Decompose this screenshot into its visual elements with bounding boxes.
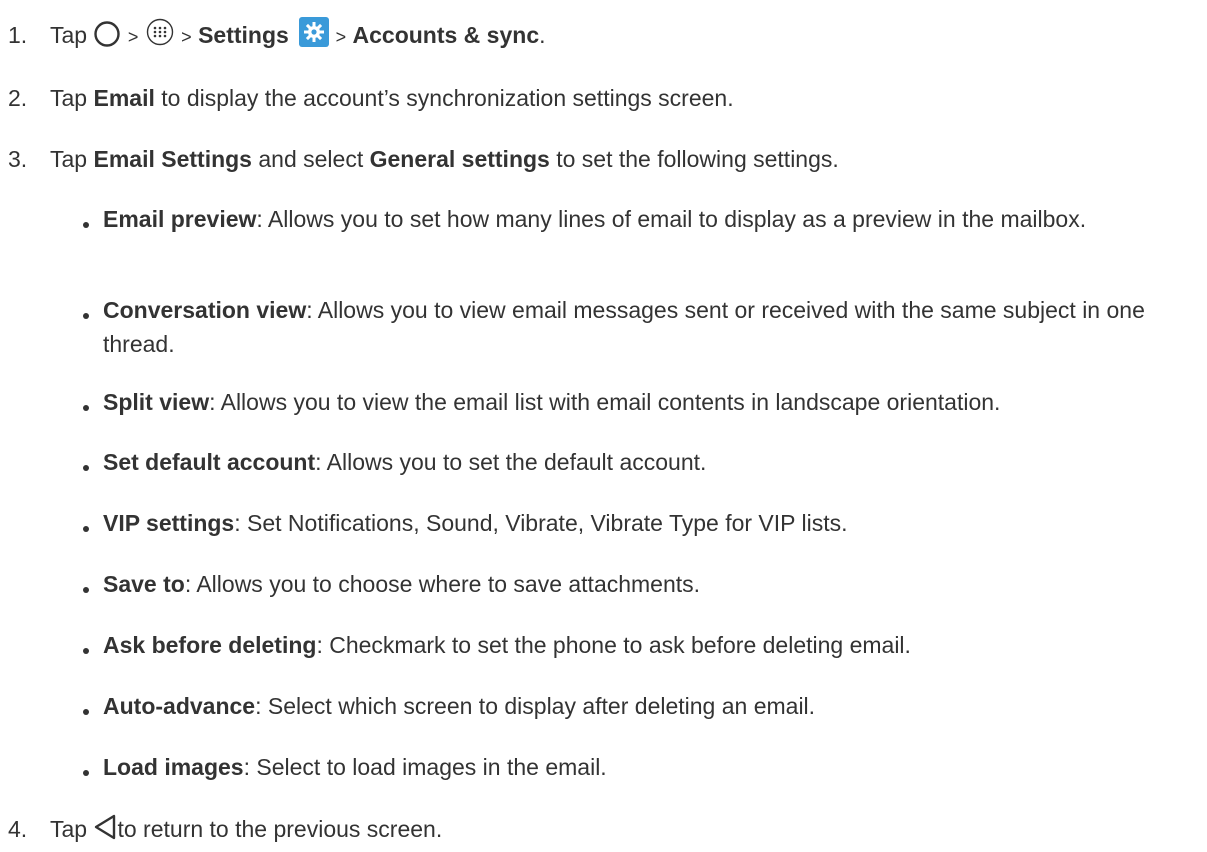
back-triangle-icon: [93, 814, 117, 840]
step-rest: to set the following settings.: [556, 146, 839, 172]
bullet-desc: : Allows you to choose where to save att…: [184, 571, 701, 597]
bullet-set-default-account: Set default account: Allows you to set t…: [103, 445, 1193, 479]
period: .: [539, 22, 546, 48]
tap-word: Tap: [50, 146, 88, 172]
bullet-vip-settings: VIP settings: Set Notifications, Sound, …: [103, 506, 1193, 540]
bullet-desc: : Allows you to view the email list with…: [209, 389, 1001, 415]
step-rest: to return to the previous screen.: [117, 816, 443, 842]
bullet-desc: : Allows you to set how many lines of em…: [256, 206, 1087, 232]
bullet-load-images: Load images: Select to load images in th…: [103, 750, 1193, 784]
settings-label: Settings: [198, 22, 289, 48]
step-rest: to display the account’s synchronization…: [161, 85, 734, 111]
bullet-term: VIP settings: [103, 510, 235, 536]
bullet-term: Set default account: [103, 449, 316, 475]
bullet-desc: : Allows you to set the default account.: [315, 449, 707, 475]
bullet-term: Ask before deleting: [103, 632, 317, 658]
bullet-email-preview: Email preview: Allows you to set how man…: [103, 202, 1193, 236]
tap-word: Tap: [50, 22, 88, 48]
tap-word: Tap: [50, 85, 88, 111]
step-number: 1.: [8, 22, 28, 48]
general-settings-label: General settings: [369, 146, 550, 172]
bullet-split-view: Split view: Allows you to view the email…: [103, 385, 1193, 419]
bullet-dot: [83, 526, 89, 532]
separator: >: [181, 27, 192, 47]
step-number: 2.: [8, 85, 28, 111]
step-text: Tap > > Settings > Accounts & sync.: [50, 16, 546, 54]
bullet-desc: : Checkmark to set the phone to ask befo…: [316, 632, 911, 658]
bullet-dot: [83, 709, 89, 715]
instruction-document: 1. Tap > > Settings > Accounts & sync. 2…: [0, 0, 1207, 852]
step-number: 4.: [8, 816, 28, 842]
settings-gear-icon: [299, 16, 330, 47]
bullet-term: Email preview: [103, 206, 257, 232]
bullet-dot: [83, 465, 89, 471]
bullet-dot: [83, 222, 89, 228]
bullet-dot: [83, 770, 89, 776]
bullet-desc: : Set Notifications, Sound, Vibrate, Vib…: [234, 510, 848, 536]
bullet-term: Auto-advance: [103, 693, 256, 719]
bullet-conversation-view: Conversation view: Allows you to view em…: [103, 293, 1193, 361]
step-text: Tap Email to display the account’s synch…: [50, 81, 734, 115]
bullet-dot: [83, 587, 89, 593]
bullet-term: Conversation view: [103, 297, 307, 323]
step-text: Tap to return to the previous screen.: [50, 812, 442, 846]
separator: >: [127, 27, 139, 47]
home-circle-icon: [93, 20, 121, 48]
email-settings-label: Email Settings: [93, 146, 252, 172]
step-text: Tap Email Settings and select General se…: [50, 142, 839, 176]
bullet-auto-advance: Auto-advance: Select which screen to dis…: [103, 689, 1193, 723]
bullet-dot: [83, 405, 89, 411]
apps-icon: [145, 17, 175, 47]
bullet-dot: [83, 648, 89, 654]
bullet-term: Save to: [103, 571, 185, 597]
bullet-term: Split view: [103, 389, 210, 415]
tap-word: Tap: [50, 816, 88, 842]
bullet-dot: [83, 313, 89, 319]
separator: >: [335, 27, 347, 47]
bullet-save-to: Save to: Allows you to choose where to s…: [103, 567, 1193, 601]
accounts-sync-label: Accounts & sync: [352, 22, 540, 48]
bullet-term: Load images: [103, 754, 244, 780]
email-label: Email: [93, 85, 155, 111]
bullet-desc: : Select which screen to display after d…: [255, 693, 816, 719]
bullet-ask-before-deleting: Ask before deleting: Checkmark to set th…: [103, 628, 1193, 662]
step-mid: and select: [258, 146, 364, 172]
step-number: 3.: [8, 146, 28, 172]
bullet-desc: : Select to load images in the email.: [243, 754, 607, 780]
